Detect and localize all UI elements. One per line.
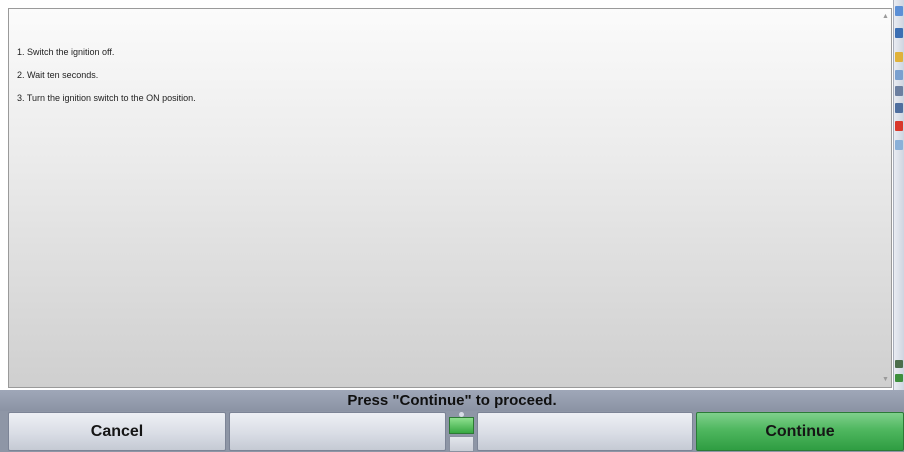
- instruction-scrollbar[interactable]: ▲ ▼: [881, 10, 890, 386]
- toolbar-tool-icon[interactable]: [895, 6, 903, 16]
- toolbar-status-icon: [895, 374, 903, 382]
- toolbar-tool-icon[interactable]: [895, 70, 903, 80]
- instruction-step-2: 2. Wait ten seconds.: [17, 70, 99, 80]
- instruction-step-3: 3. Turn the ignition switch to the ON po…: [17, 93, 196, 103]
- status-message: Press "Continue" to proceed.: [347, 392, 557, 409]
- instruction-step-1: 1. Switch the ignition off.: [17, 47, 115, 57]
- connection-status-icon: [449, 411, 474, 452]
- status-bar: Press "Continue" to proceed.: [0, 390, 904, 411]
- instruction-panel: 1. Switch the ignition off. 2. Wait ten …: [8, 8, 892, 388]
- side-toolbar: [893, 0, 904, 390]
- indicator-idle-segment: [449, 436, 474, 452]
- softkey-bar: Cancel Continue: [0, 411, 904, 452]
- scroll-up-arrow-icon[interactable]: ▲: [881, 12, 890, 21]
- continue-button[interactable]: Continue: [696, 412, 904, 451]
- toolbar-tool-icon[interactable]: [895, 28, 903, 38]
- toolbar-tool-icon[interactable]: [895, 103, 903, 113]
- toolbar-tool-icon[interactable]: [895, 52, 903, 62]
- toolbar-warning-icon[interactable]: [895, 121, 903, 131]
- cancel-button[interactable]: Cancel: [8, 412, 226, 451]
- diagnostic-screen: 1. Switch the ignition off. 2. Wait ten …: [0, 0, 904, 452]
- toolbar-tool-icon[interactable]: [895, 86, 903, 96]
- toolbar-status-icon: [895, 360, 903, 368]
- softkey-2-button[interactable]: [229, 412, 446, 451]
- indicator-active-segment: [449, 417, 474, 434]
- scroll-down-arrow-icon[interactable]: ▼: [881, 375, 890, 384]
- toolbar-tool-icon[interactable]: [895, 140, 903, 150]
- softkey-3-button[interactable]: [477, 412, 693, 451]
- instruction-list: 1. Switch the ignition off. 2. Wait ten …: [17, 46, 196, 115]
